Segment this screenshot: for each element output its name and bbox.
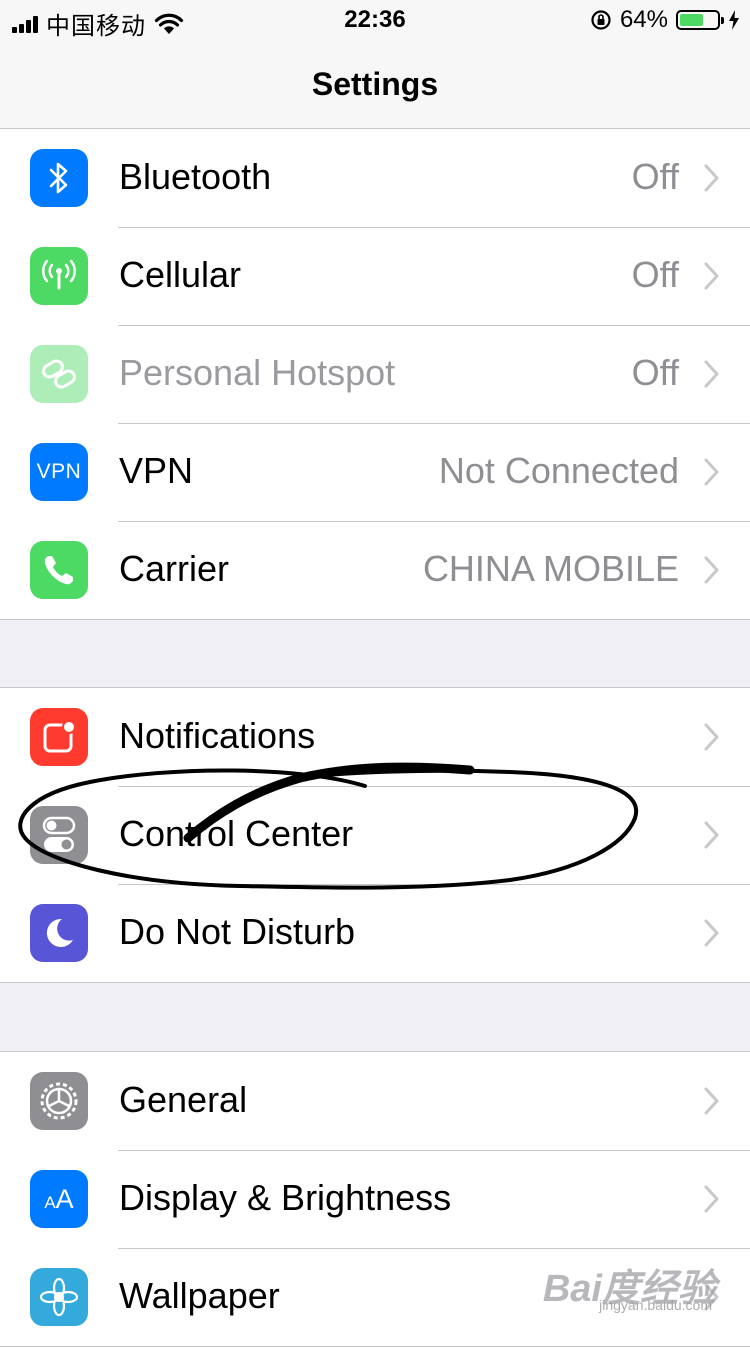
row-label: Control Center: [119, 813, 354, 854]
settings-row-display-brightness[interactable]: AAAA Display & Brightness: [0, 1150, 750, 1248]
chevron-right-icon: [704, 1185, 719, 1213]
vpn-icon-text: VPN: [36, 460, 82, 483]
notifications-icon: [30, 708, 88, 766]
settings-row-do-not-disturb[interactable]: Do Not Disturb: [0, 884, 750, 982]
settings-group-connectivity: Bluetooth Off Cellular Off Personal Hots…: [0, 128, 750, 620]
row-label: Cellular: [119, 254, 242, 295]
chevron-right-icon: [704, 821, 719, 849]
row-label: Wallpaper: [119, 1275, 280, 1316]
chevron-right-icon: [704, 723, 719, 751]
cellular-icon: [30, 247, 88, 305]
display-icon: AAAA: [30, 1170, 88, 1228]
row-value: Off: [631, 156, 679, 197]
battery-fill: [680, 14, 704, 26]
row-label: Bluetooth: [119, 156, 272, 197]
orientation-lock-icon: [591, 10, 611, 30]
row-label: VPN: [119, 450, 194, 491]
gear-icon: [30, 1072, 88, 1130]
chevron-right-icon: [704, 556, 719, 584]
row-value: Off: [631, 254, 679, 295]
row-value: CHINA MOBILE: [422, 548, 679, 589]
wallpaper-icon: [30, 1268, 88, 1326]
row-label: Notifications: [119, 715, 316, 756]
row-label: Do Not Disturb: [119, 911, 356, 952]
row-label: Carrier: [119, 548, 230, 589]
row-value: Not Connected: [438, 450, 679, 491]
settings-row-notifications[interactable]: Notifications: [0, 688, 750, 786]
page-title: Settings: [311, 66, 439, 102]
settings-row-personal-hotspot[interactable]: Personal Hotspot Off: [0, 325, 750, 423]
settings-row-carrier[interactable]: Carrier CHINA MOBILE: [0, 521, 750, 619]
chevron-right-icon: [704, 262, 719, 290]
battery-icon: [676, 10, 724, 30]
chevron-right-icon: [704, 458, 719, 486]
settings-row-general[interactable]: General: [0, 1052, 750, 1150]
status-right: 64%: [590, 6, 740, 34]
settings-row-control-center[interactable]: Control Center: [0, 786, 750, 884]
row-label: Display & Brightness: [119, 1177, 452, 1218]
settings-row-cellular[interactable]: Cellular Off: [0, 227, 750, 325]
settings-row-vpn[interactable]: VPN VPN Not Connected: [0, 423, 750, 521]
phone-icon: [30, 541, 88, 599]
row-label: General: [119, 1079, 248, 1120]
control-center-icon: [30, 806, 88, 864]
status-bar: 中国移动 22:36 64%: [0, 0, 750, 40]
chevron-right-icon: [704, 164, 719, 192]
chevron-right-icon: [704, 1087, 719, 1115]
row-label: Personal Hotspot: [119, 352, 396, 393]
chevron-right-icon: [704, 360, 719, 388]
watermark-subtext: jingyan.baidu.com: [599, 1297, 712, 1313]
settings-group-notifications: Notifications Control Center Do Not Dist…: [0, 687, 750, 983]
chevron-right-icon: [704, 919, 719, 947]
row-value: Off: [631, 352, 679, 393]
watermark: Bai度经验 jingyan.baidu.com: [543, 1257, 716, 1313]
moon-icon: [30, 904, 88, 962]
bluetooth-icon: [30, 149, 88, 207]
display-icon-text: AAAA: [44, 1183, 74, 1214]
hotspot-icon: [30, 345, 88, 403]
settings-row-bluetooth[interactable]: Bluetooth Off: [0, 129, 750, 227]
navigation-bar: Settings: [0, 40, 750, 129]
charging-icon: [729, 10, 739, 30]
battery-percent: 64%: [619, 6, 668, 33]
vpn-icon: VPN: [30, 443, 88, 501]
